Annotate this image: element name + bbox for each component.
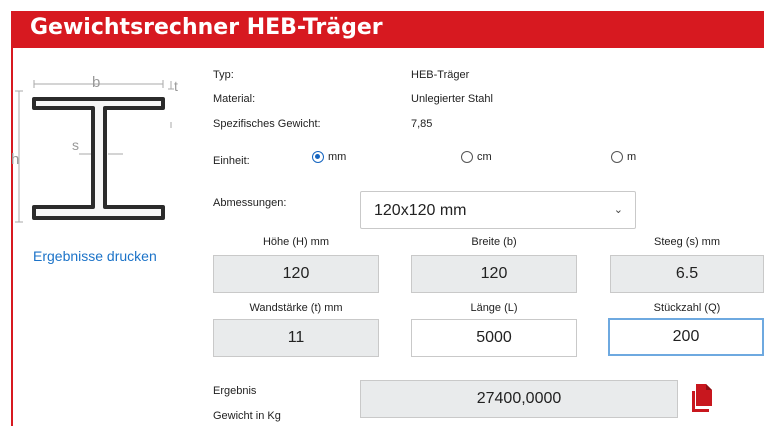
material-value: Unlegierter Stahl	[411, 93, 493, 105]
radio-unchecked-icon[interactable]	[611, 151, 623, 163]
chevron-down-icon: ⌄	[613, 204, 623, 216]
height-label: Höhe (H) mm	[262, 236, 329, 248]
height-field[interactable]: 120	[213, 255, 379, 293]
material-label: Material:	[213, 93, 256, 105]
web-thickness-label: Steeg (s) mm	[653, 236, 720, 248]
width-field[interactable]: 120	[411, 255, 577, 293]
length-label: Länge (L)	[470, 302, 518, 314]
result-label: Ergebnis	[213, 385, 257, 397]
dimension-label-b: b	[92, 74, 100, 91]
dimensions-label: Abmessungen:	[213, 197, 287, 209]
width-label: Breite (b)	[471, 236, 517, 248]
unit-label: Einheit:	[213, 155, 250, 167]
print-results-link[interactable]: Ergebnisse drucken	[33, 248, 157, 264]
unit-option-label: mm	[328, 151, 347, 163]
dimension-label-h: h	[11, 151, 19, 168]
type-label: Typ:	[213, 69, 234, 81]
dimension-label-s: s	[72, 137, 79, 153]
pdf-document-icon[interactable]	[691, 384, 717, 414]
quantity-input[interactable]: 200	[608, 318, 764, 356]
radio-unchecked-icon[interactable]	[461, 151, 473, 163]
dimensions-select[interactable]: 120x120 mm ⌄	[360, 191, 636, 229]
heb-beam-diagram: b t s h	[11, 74, 178, 223]
wall-thickness-label: Wandstärke (t) mm	[249, 302, 343, 314]
unit-radio-m[interactable]: m	[611, 151, 636, 163]
type-value: HEB-Träger	[411, 69, 470, 81]
dimension-label-t: t	[174, 78, 178, 94]
specific-weight-label: Spezifisches Gewicht:	[213, 118, 321, 130]
web-thickness-field[interactable]: 6.5	[610, 255, 764, 293]
unit-option-label: m	[627, 151, 637, 163]
wall-thickness-field[interactable]: 11	[213, 319, 379, 357]
result-value: 27400,0000	[360, 380, 678, 418]
dimensions-selected-value: 120x120 mm	[374, 202, 467, 219]
quantity-label: Stückzahl (Q)	[653, 302, 721, 314]
length-input[interactable]: 5000	[411, 319, 577, 357]
specific-weight-value: 7,85	[411, 118, 433, 130]
result-unit-label: Gewicht in Kg	[213, 410, 281, 422]
unit-option-label: cm	[477, 151, 492, 163]
unit-radio-cm[interactable]: cm	[461, 151, 492, 163]
unit-radio-mm[interactable]: mm	[312, 151, 346, 163]
radio-checked-icon[interactable]	[312, 151, 324, 163]
